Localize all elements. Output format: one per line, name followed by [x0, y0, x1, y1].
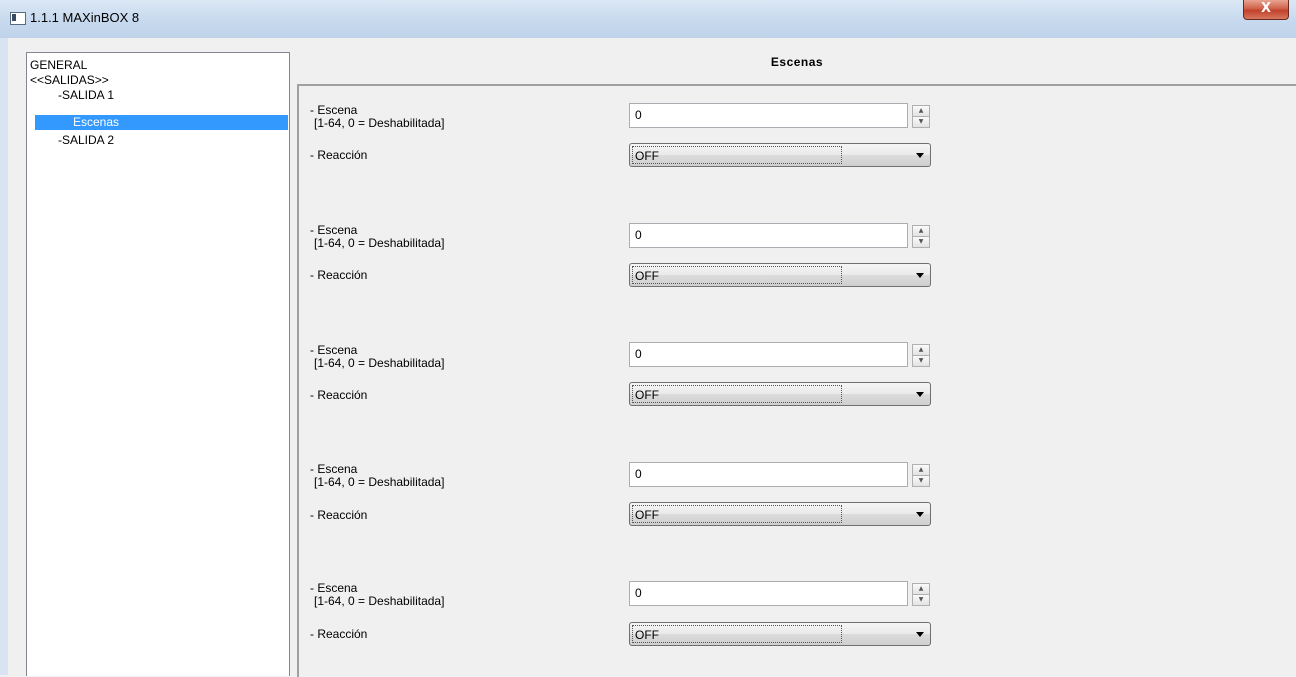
scene-range-text: [1-64, 0 = Deshabilitada]: [314, 356, 445, 370]
chevron-down-icon: [916, 273, 924, 278]
scene-range-text: [1-64, 0 = Deshabilitada]: [314, 116, 445, 130]
tree-item-label: -SALIDA 2: [58, 133, 115, 147]
scene-spinner[interactable]: ▲ ▼: [912, 224, 930, 248]
scene-label: - Escena [1-64, 0 = Deshabilitada]: [310, 104, 444, 130]
scene-range-text: [1-64, 0 = Deshabilitada]: [314, 475, 445, 489]
chevron-down-icon: [916, 392, 924, 397]
reaction-value: OFF: [632, 146, 842, 164]
tree-item-escenas[interactable]: Escenas: [35, 115, 288, 130]
scene-range-text: [1-64, 0 = Deshabilitada]: [314, 594, 445, 608]
window-frame-left: [0, 38, 8, 675]
close-icon: X: [1260, 1, 1272, 16]
chevron-down-icon: [916, 153, 924, 158]
scene-label: - Escena [1-64, 0 = Deshabilitada]: [310, 582, 444, 608]
reaction-select[interactable]: OFF: [629, 143, 931, 167]
reaction-select[interactable]: OFF: [629, 502, 931, 526]
spin-down-icon[interactable]: ▼: [912, 475, 930, 487]
spin-down-icon[interactable]: ▼: [912, 355, 930, 367]
chevron-down-icon: [916, 512, 924, 517]
scene-label: - Escena [1-64, 0 = Deshabilitada]: [310, 224, 444, 250]
scene-spinner[interactable]: ▲ ▼: [912, 343, 930, 367]
scene-label: - Escena [1-64, 0 = Deshabilitada]: [310, 463, 444, 489]
scene-input[interactable]: 0: [629, 581, 908, 606]
app-icon[interactable]: [10, 12, 26, 25]
page-title: Escenas: [770, 55, 824, 69]
tree-item-general[interactable]: GENERAL: [30, 58, 285, 73]
spin-down-icon[interactable]: ▼: [912, 594, 930, 606]
navigation-tree[interactable]: GENERAL <<SALIDAS>> -SALIDA 1 Escenas -S…: [26, 52, 290, 676]
reaction-label: - Reacción: [310, 148, 368, 162]
title-bar[interactable]: 1.1.1 MAXinBOX 8 X: [0, 0, 1296, 39]
reaction-value: OFF: [632, 625, 842, 643]
scene-spinner[interactable]: ▲ ▼: [912, 582, 930, 606]
scene-input[interactable]: 0: [629, 342, 908, 367]
tree-item-label: -SALIDA 1: [58, 88, 115, 102]
tree-item-salida-2[interactable]: -SALIDA 2: [30, 133, 285, 148]
reaction-select[interactable]: OFF: [629, 263, 931, 287]
reaction-label: - Reacción: [310, 508, 368, 522]
reaction-label: - Reacción: [310, 268, 368, 282]
tree-item-salidas[interactable]: <<SALIDAS>>: [30, 73, 285, 88]
reaction-label: - Reacción: [310, 388, 368, 402]
reaction-value: OFF: [632, 505, 842, 523]
scene-input[interactable]: 0: [629, 462, 908, 487]
tree-item-label: <<SALIDAS>>: [30, 73, 109, 87]
scene-spinner[interactable]: ▲ ▼: [912, 104, 930, 128]
reaction-label: - Reacción: [310, 627, 368, 641]
tree-item-label: GENERAL: [30, 58, 88, 72]
scene-label: - Escena [1-64, 0 = Deshabilitada]: [310, 344, 444, 370]
chevron-down-icon: [916, 632, 924, 637]
reaction-value: OFF: [632, 385, 842, 403]
close-button[interactable]: X: [1243, 0, 1289, 20]
scene-input[interactable]: 0: [629, 103, 908, 128]
scene-input[interactable]: 0: [629, 223, 908, 248]
scene-range-text: [1-64, 0 = Deshabilitada]: [314, 236, 445, 250]
spin-down-icon[interactable]: ▼: [912, 116, 930, 128]
tree-item-label: Escenas: [73, 115, 120, 129]
window-title: 1.1.1 MAXinBOX 8: [30, 10, 140, 25]
spin-down-icon[interactable]: ▼: [912, 236, 930, 248]
reaction-select[interactable]: OFF: [629, 382, 931, 406]
scene-spinner[interactable]: ▲ ▼: [912, 463, 930, 487]
tree-item-salida-1[interactable]: -SALIDA 1: [30, 88, 285, 103]
reaction-select[interactable]: OFF: [629, 622, 931, 646]
reaction-value: OFF: [632, 266, 842, 284]
